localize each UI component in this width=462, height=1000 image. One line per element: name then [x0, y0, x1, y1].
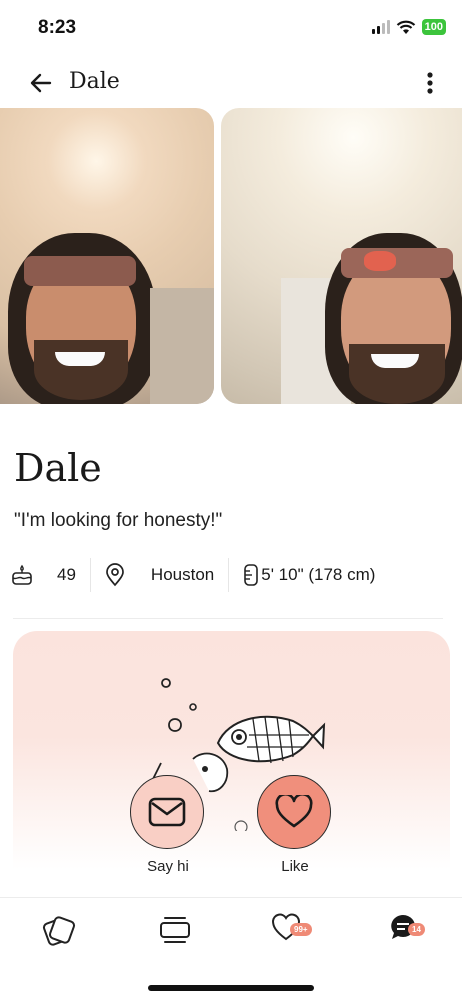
envelope-icon: [148, 797, 186, 827]
photo-smile: [371, 354, 419, 368]
battery-indicator: 100: [421, 19, 446, 35]
status-time: 8:23: [38, 17, 77, 38]
like-circle[interactable]: [257, 775, 331, 849]
more-vertical-icon[interactable]: [418, 68, 442, 98]
height-value: 5' 10" (178 cm): [261, 565, 376, 584]
messages-tab[interactable]: 14: [388, 912, 428, 948]
height-ruler-icon: [244, 564, 259, 586]
profile-photo-1[interactable]: [0, 108, 214, 404]
photo-carousel[interactable]: [0, 108, 462, 404]
say-hi-button[interactable]: Say hi: [130, 775, 206, 875]
section-divider: [13, 618, 443, 619]
age-value: 49: [57, 565, 76, 584]
photo-beard: [34, 340, 128, 400]
wifi-icon: [396, 20, 415, 34]
back-arrow-icon[interactable]: [26, 68, 56, 98]
location-detail: Houston: [105, 556, 214, 594]
profile-name: Dale: [14, 446, 102, 490]
detail-divider: [228, 558, 230, 592]
profile-quote: "I'm looking for honesty!": [14, 510, 223, 531]
photo-headband-logo: [364, 251, 396, 271]
likes-tab[interactable]: 99+: [270, 912, 312, 948]
photo-smile: [55, 352, 105, 366]
profile-header: Dale: [0, 56, 462, 108]
photo-beard: [349, 344, 445, 404]
discover-cards-icon[interactable]: [38, 912, 78, 948]
cellular-signal-icon: [371, 20, 390, 34]
status-icons: 100: [371, 19, 446, 35]
say-hi-label: Say hi: [147, 858, 189, 875]
age-detail: 49: [10, 556, 76, 594]
like-button[interactable]: Like: [257, 775, 333, 875]
profile-details: 49 Houston 5' 10" (178 cm): [10, 556, 375, 594]
standouts-icon[interactable]: [155, 912, 195, 948]
say-hi-circle[interactable]: [130, 775, 204, 849]
photo-headband: [24, 256, 136, 286]
home-indicator: [148, 985, 314, 991]
location-pin-icon: [106, 563, 124, 587]
likes-badge: 99+: [290, 923, 312, 936]
cake-icon: [12, 564, 32, 585]
interaction-card: [13, 631, 450, 896]
height-detail: 5' 10" (178 cm): [243, 556, 375, 594]
header-title: Dale: [69, 69, 120, 94]
location-value: Houston: [150, 565, 215, 584]
photo-headband: [341, 248, 453, 278]
detail-divider: [89, 558, 91, 592]
like-label: Like: [281, 858, 309, 875]
heart-icon: [275, 795, 313, 828]
photo-background-wall: [150, 288, 214, 404]
messages-badge: 14: [408, 923, 425, 936]
profile-photo-2[interactable]: [221, 108, 462, 404]
status-bar: 8:23 100: [0, 0, 462, 56]
fish-illustration: [152, 678, 326, 831]
